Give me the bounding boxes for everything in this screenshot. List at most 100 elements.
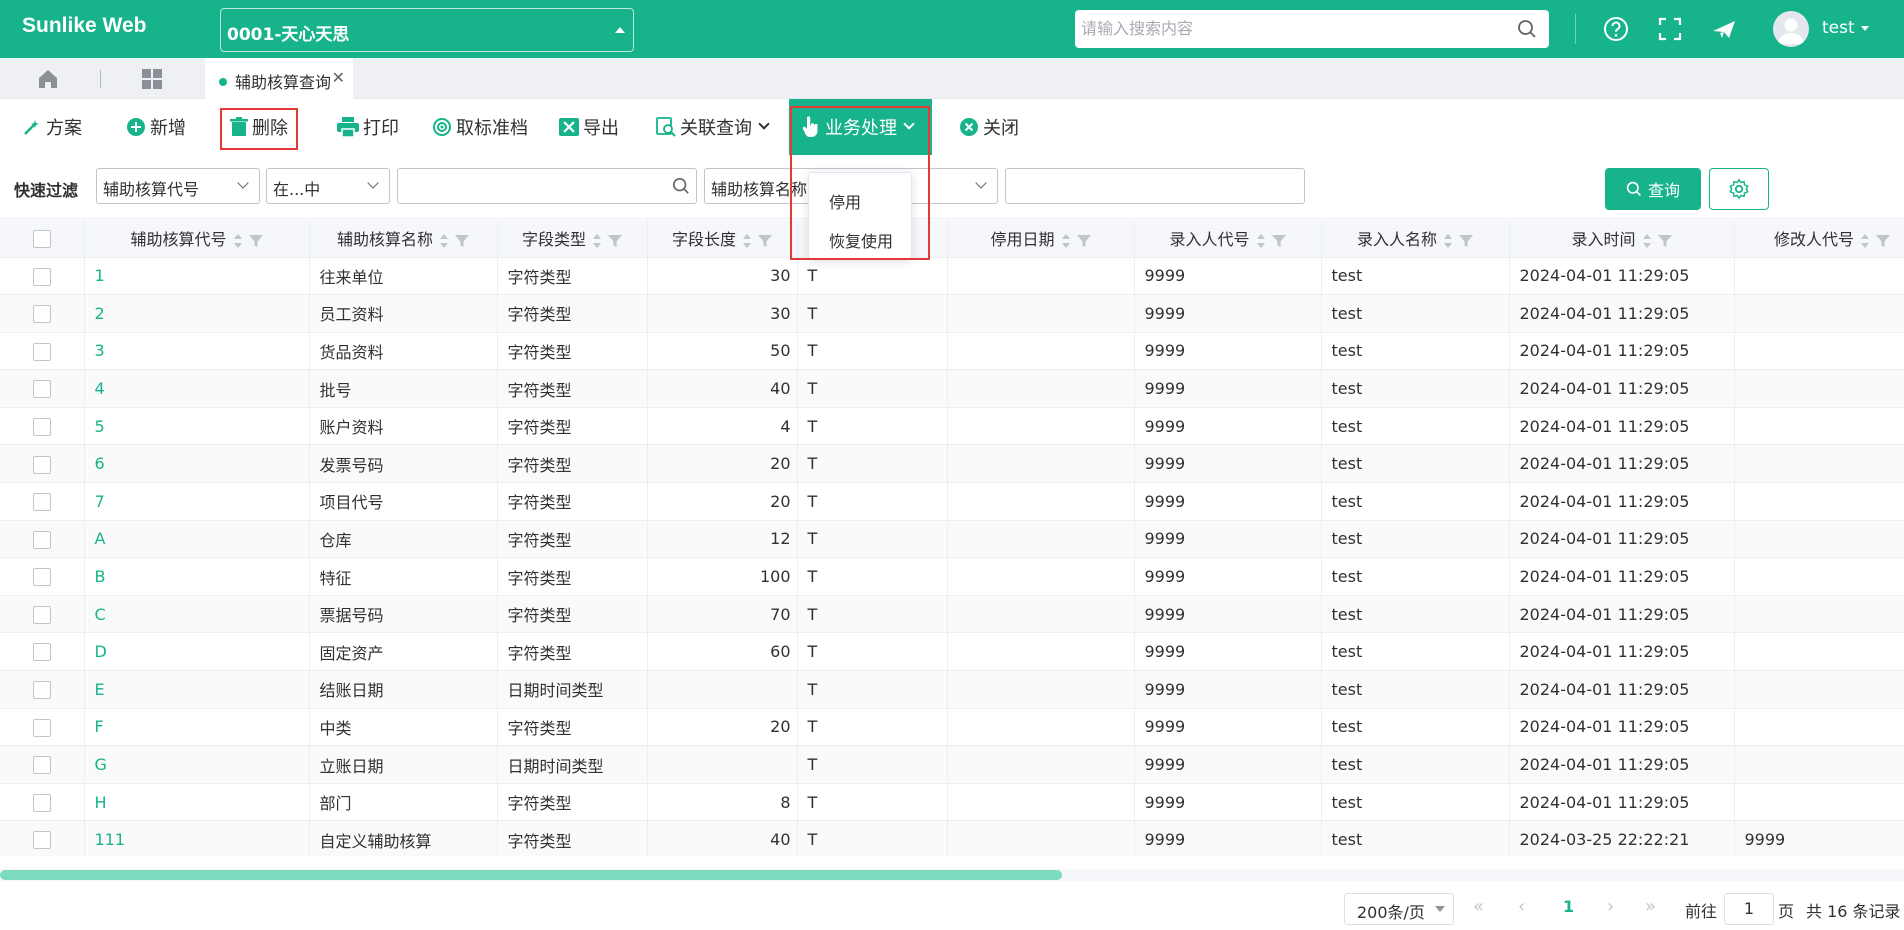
row-checkbox[interactable]	[32, 380, 51, 399]
table-row[interactable]: B 特征 字符类型 100 T 9999 test 2024-04-01 11:29:05	[0, 557, 1904, 596]
select-all-header[interactable]	[0, 220, 85, 258]
row-select-cell[interactable]	[0, 257, 85, 296]
next-page-icon[interactable]: ›	[1607, 896, 1614, 917]
row-checkbox[interactable]	[32, 605, 51, 624]
tab-aux-accounting-query[interactable]: 辅助核算查询 ✕	[205, 58, 353, 99]
row-select-cell[interactable]	[0, 783, 85, 822]
table-row[interactable]: 6 发票号码 字符类型 20 T 9999 test 2024-04-01 11:29:05	[0, 444, 1904, 484]
filter-icon[interactable]	[1657, 234, 1672, 248]
help-icon[interactable]	[1601, 14, 1631, 44]
row-select-cell[interactable]	[0, 820, 85, 856]
row-select-cell[interactable]	[0, 745, 85, 784]
row-select-cell[interactable]	[0, 407, 85, 446]
search-icon[interactable]	[1517, 19, 1537, 39]
sort-icon[interactable]	[1443, 233, 1453, 249]
column-header[interactable]: 辅助核算代号	[84, 220, 310, 258]
table-row[interactable]: 1 往来单位 字符类型 30 T 9999 test 2024-04-01 11:29:05	[0, 257, 1904, 296]
table-row[interactable]: D 固定资产 字符类型 60 T 9999 test 2024-04-01 11:29:05	[0, 632, 1904, 672]
code-link[interactable]: A	[84, 520, 310, 559]
code-link[interactable]: G	[84, 745, 310, 784]
row-select-cell[interactable]	[0, 595, 85, 634]
table-row[interactable]: E 结账日期 日期时间类型 T 9999 test 2024-04-01 11:29:05	[0, 670, 1904, 709]
plan-button[interactable]: 方案	[22, 115, 82, 139]
last-page-icon[interactable]: »	[1645, 896, 1656, 917]
filter-settings-button[interactable]	[1709, 168, 1769, 210]
close-button[interactable]: 关闭	[959, 115, 1019, 139]
sort-icon[interactable]	[233, 233, 243, 249]
filter-icon[interactable]	[1271, 234, 1286, 248]
home-icon[interactable]	[36, 67, 60, 91]
sort-icon[interactable]	[742, 233, 752, 249]
global-search[interactable]	[1075, 10, 1549, 48]
column-header[interactable]: 录入时间	[1509, 220, 1735, 258]
plane-icon[interactable]	[1709, 14, 1739, 44]
goto-page-input[interactable]: 1	[1724, 893, 1774, 925]
code-link[interactable]: 3	[84, 332, 310, 371]
column-header[interactable]: 字段长度	[647, 220, 798, 258]
table-row[interactable]: G 立账日期 日期时间类型 T 9999 test 2024-04-01 11:29:05	[0, 745, 1904, 784]
menu-item-restore[interactable]: 恢复使用	[829, 228, 893, 252]
sort-icon[interactable]	[1061, 233, 1071, 249]
row-select-cell[interactable]	[0, 369, 85, 408]
filter-icon[interactable]	[455, 234, 469, 248]
column-header[interactable]: 修改人代号	[1734, 220, 1904, 258]
row-checkbox[interactable]	[32, 305, 51, 324]
table-row[interactable]: 111 自定义辅助核算 字符类型 40 T 9999 test 2024-03-25 22:2…	[0, 820, 1904, 856]
print-button[interactable]: 打印	[337, 115, 399, 139]
filter-icon[interactable]	[248, 234, 263, 248]
row-select-cell[interactable]	[0, 632, 85, 672]
code-link[interactable]: B	[84, 557, 310, 596]
code-link[interactable]: 2	[84, 294, 310, 333]
row-checkbox[interactable]	[32, 643, 51, 662]
filter-operator-select[interactable]: 在...中	[266, 168, 390, 204]
column-header[interactable]: 录入人代号	[1134, 220, 1322, 258]
row-checkbox[interactable]	[32, 417, 51, 436]
avatar[interactable]	[1773, 11, 1809, 47]
row-select-cell[interactable]	[0, 444, 85, 484]
row-checkbox[interactable]	[32, 756, 51, 775]
query-button[interactable]: 查询	[1605, 168, 1701, 210]
code-link[interactable]: 1	[84, 257, 310, 296]
fullscreen-icon[interactable]	[1655, 14, 1685, 44]
row-checkbox[interactable]	[32, 455, 51, 474]
row-checkbox[interactable]	[32, 530, 51, 549]
filter-icon[interactable]	[1459, 234, 1473, 248]
filter-icon[interactable]	[1876, 234, 1890, 248]
table-row[interactable]: H 部门 字符类型 8 T 9999 test 2024-04-01 11:29:05	[0, 783, 1904, 822]
sort-icon[interactable]	[1642, 233, 1652, 249]
sort-icon[interactable]	[1256, 233, 1266, 249]
row-checkbox[interactable]	[32, 793, 51, 812]
row-checkbox[interactable]	[32, 493, 51, 512]
global-search-input[interactable]	[1081, 10, 1501, 46]
menu-item-disable[interactable]: 停用	[829, 189, 861, 213]
filter-icon[interactable]	[1076, 234, 1091, 248]
code-link[interactable]: 6	[84, 444, 310, 484]
table-row[interactable]: C 票据号码 字符类型 70 T 9999 test 2024-04-01 11:29:05	[0, 595, 1904, 634]
select-all-checkbox[interactable]	[32, 230, 51, 248]
code-link[interactable]: 4	[84, 369, 310, 408]
filter-field-select-1[interactable]: 辅助核算代号	[96, 168, 260, 204]
filter-value-input-1[interactable]	[397, 168, 697, 204]
table-row[interactable]: 2 员工资料 字符类型 30 T 9999 test 2024-04-01 11:29:05	[0, 294, 1904, 333]
code-link[interactable]: F	[84, 708, 310, 747]
row-select-cell[interactable]	[0, 520, 85, 559]
row-select-cell[interactable]	[0, 332, 85, 371]
column-header[interactable]: 辅助核算名称	[309, 220, 498, 258]
search-icon[interactable]	[672, 177, 690, 195]
sort-icon[interactable]	[592, 233, 602, 249]
code-link[interactable]: E	[84, 670, 310, 709]
close-tab-icon[interactable]: ✕	[332, 68, 345, 87]
table-row[interactable]: 4 批号 字符类型 40 T 9999 test 2024-04-01 11:29:05	[0, 369, 1904, 408]
row-checkbox[interactable]	[32, 342, 51, 361]
code-link[interactable]: 7	[84, 482, 310, 521]
row-select-cell[interactable]	[0, 557, 85, 596]
row-checkbox[interactable]	[32, 718, 51, 737]
table-row[interactable]: A 仓库 字符类型 12 T 9999 test 2024-04-01 11:29:05	[0, 520, 1904, 559]
table-row[interactable]: 3 货品资料 字符类型 50 T 9999 test 2024-04-01 11:29:05	[0, 332, 1904, 371]
add-button[interactable]: 新增	[126, 115, 186, 139]
code-link[interactable]: 111	[84, 820, 310, 856]
row-select-cell[interactable]	[0, 294, 85, 333]
filter-value-input-2[interactable]	[1005, 168, 1305, 204]
row-select-cell[interactable]	[0, 670, 85, 709]
column-header[interactable]: 录入人名称	[1321, 220, 1510, 258]
